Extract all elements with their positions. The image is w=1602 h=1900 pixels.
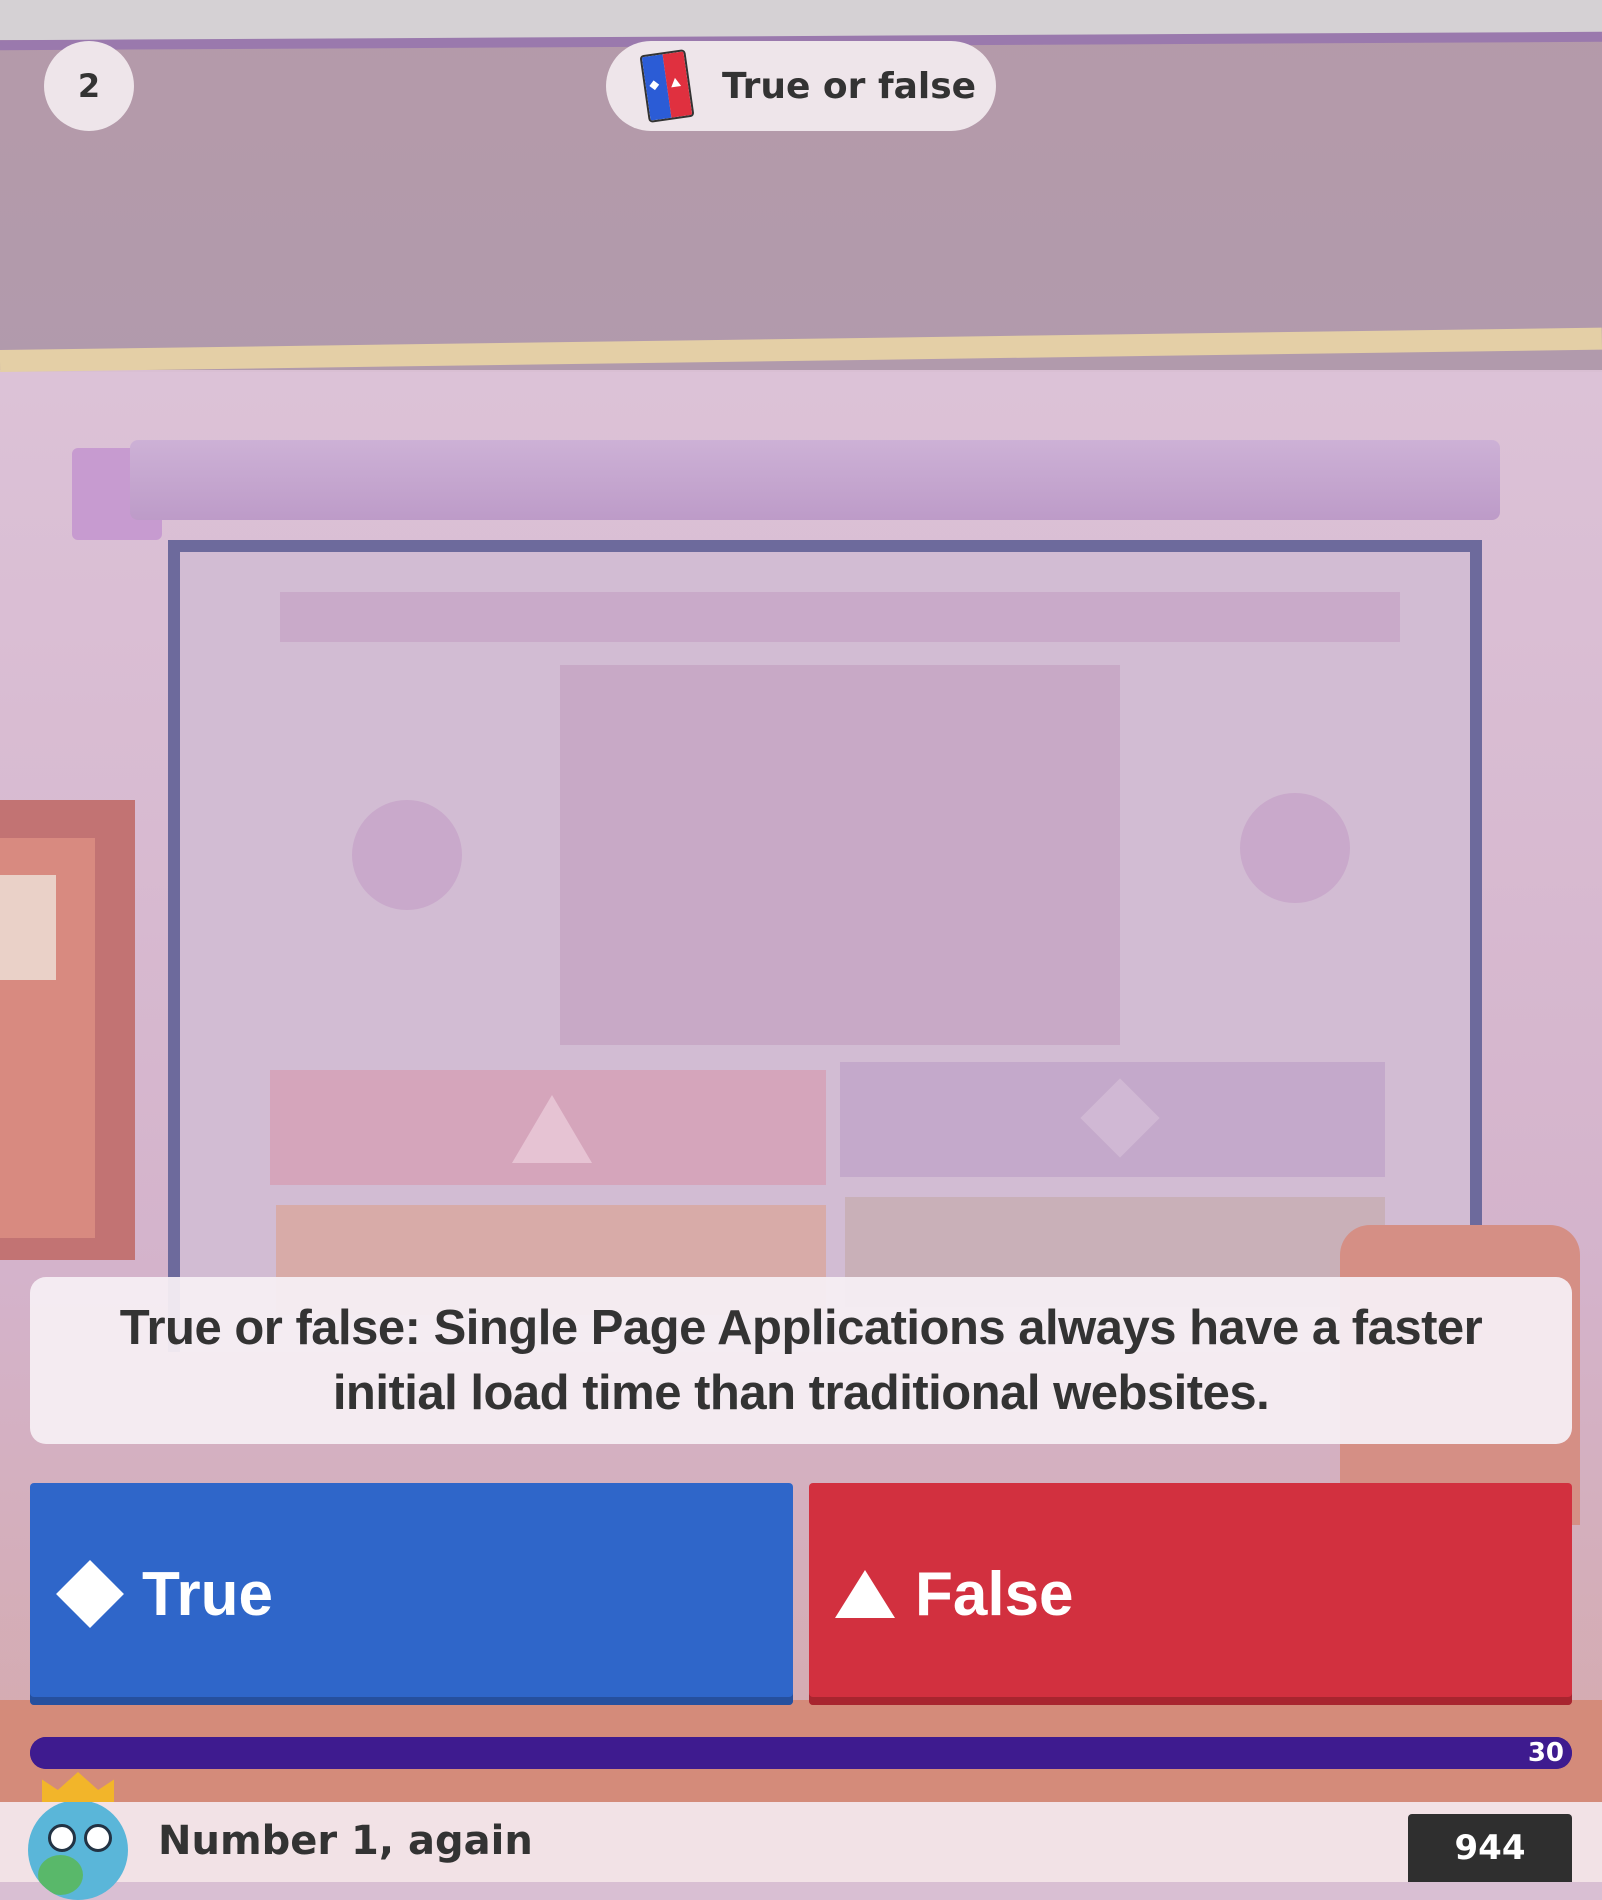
- screen-title-bar: [280, 592, 1400, 642]
- crowned-globe-avatar: [26, 1772, 130, 1900]
- projector-roller: [130, 440, 1500, 520]
- answer-true-label: True: [142, 1559, 273, 1629]
- crown-icon: [42, 1772, 114, 1802]
- triangle-icon: [835, 1570, 895, 1618]
- timer-seconds: 30: [1527, 1738, 1564, 1768]
- screen-triangle-shape: [512, 1095, 592, 1163]
- question-type-label: True or false: [722, 65, 977, 107]
- question-number-badge: 2: [44, 41, 134, 131]
- screen-circle-right: [1240, 793, 1350, 903]
- score-box: 944: [1408, 1814, 1572, 1882]
- question-text: True or false: Single Page Applications …: [119, 1300, 1483, 1420]
- question-card: True or false: Single Page Applications …: [30, 1277, 1572, 1444]
- screen-image-placeholder: [560, 665, 1120, 1045]
- timer-bar-fill: [30, 1737, 1572, 1769]
- answer-false-button[interactable]: False: [809, 1483, 1572, 1705]
- question-type-pill: True or false: [606, 41, 996, 131]
- answer-true-button[interactable]: True: [30, 1483, 793, 1705]
- timer-bar: [30, 1737, 1572, 1769]
- screen-circle-left: [352, 800, 462, 910]
- player-score: 944: [1454, 1828, 1526, 1868]
- player-name: Number 1, again: [158, 1818, 533, 1864]
- question-number: 2: [77, 67, 101, 105]
- diamond-icon: [56, 1560, 124, 1628]
- bulletin-note: [0, 875, 56, 980]
- answer-false-label: False: [915, 1559, 1074, 1629]
- true-false-card-icon: [639, 49, 695, 123]
